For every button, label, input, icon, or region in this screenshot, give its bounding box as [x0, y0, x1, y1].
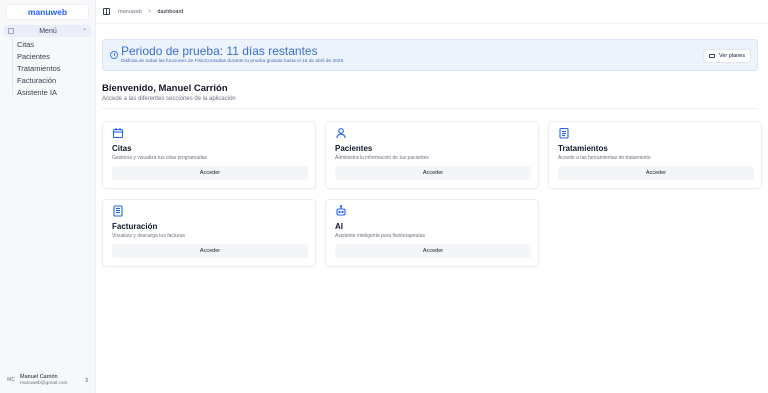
acceder-ai-button[interactable]: Acceder [335, 244, 531, 258]
main-content: manuweb > dashboard Periodo de prueba: 1… [96, 0, 768, 393]
menu-toggle[interactable]: Menú ⌃ [4, 25, 91, 37]
sidebar-item-tratamientos[interactable]: Tratamientos [17, 63, 95, 75]
card-title: Pacientes [335, 144, 373, 153]
acceder-pacientes-button[interactable]: Acceder [335, 166, 531, 180]
card-title: Facturación [112, 222, 158, 231]
user-menu[interactable]: MC Manuel Carrión manuweb@gmail.com ⇕ [0, 371, 95, 389]
card-ai: AI Asistente inteligente para fisioterap… [325, 199, 539, 267]
sidebar-item-pacientes[interactable]: Pacientes [17, 51, 95, 63]
sidebar-item-asistente-ia[interactable]: Asistente IA [17, 87, 95, 99]
divider [102, 108, 758, 109]
breadcrumb-separator: > [147, 8, 152, 15]
sidebar-nav: Citas Pacientes Tratamientos Facturación… [0, 39, 95, 99]
topbar: manuweb > dashboard [96, 0, 768, 24]
card-description: Visualiza y descarga tus facturas [112, 233, 186, 239]
card-title: Citas [112, 144, 132, 153]
breadcrumb-current: dashboard [157, 8, 184, 15]
document-icon [113, 205, 123, 217]
trial-title: Periodo de prueba: 11 días restantes [121, 44, 318, 58]
sidebar: manuweb Menú ⌃ Citas Pacientes Tratamien… [0, 0, 96, 393]
clipboard-icon [559, 127, 569, 139]
acceder-facturacion-button[interactable]: Acceder [112, 244, 308, 258]
card-pacientes: Pacientes Administra la información de t… [325, 121, 539, 189]
card-facturacion: Facturación Visualiza y descarga tus fac… [102, 199, 316, 267]
card-description: Administra la información de tus pacient… [335, 155, 429, 161]
brand-logo[interactable]: manuweb [6, 4, 89, 20]
avatar: MC [7, 377, 15, 383]
card-description: Accede a las herramientas de tratamiento [558, 155, 651, 161]
card-citas: Citas Gestiona y visualiza tus citas pro… [102, 121, 316, 189]
user-name: Manuel Carrión [20, 373, 58, 380]
trial-description: Disfruta de todas las funciones de Fisio… [121, 59, 345, 64]
card-title: Tratamientos [558, 144, 608, 153]
credit-card-icon [709, 54, 715, 58]
card-description: Gestiona y visualiza tus citas programad… [112, 155, 208, 161]
acceder-tratamientos-button[interactable]: Acceder [558, 166, 754, 180]
robot-icon [336, 205, 346, 216]
chevron-up-icon: ⌃ [81, 28, 87, 35]
view-plans-button[interactable]: Ver planes [703, 49, 751, 63]
page-subtitle: Accede a las diferentes secciones de la … [102, 96, 236, 102]
card-title: AI [335, 222, 343, 231]
calendar-icon [112, 128, 124, 139]
sidebar-item-citas[interactable]: Citas [17, 39, 95, 51]
menu-label: Menú [39, 27, 57, 35]
acceder-citas-button[interactable]: Acceder [112, 166, 308, 180]
nav-guide-line [12, 37, 13, 95]
card-tratamientos: Tratamientos Accede a las herramientas d… [548, 121, 762, 189]
sidebar-toggle-icon[interactable] [103, 8, 110, 15]
view-plans-label: Ver planes [719, 53, 745, 59]
chevron-updown-icon: ⇕ [83, 377, 89, 384]
user-icon [336, 128, 346, 139]
breadcrumb-root[interactable]: manuweb [118, 9, 142, 15]
page-title: Bienvenido, Manuel Carrión [102, 83, 228, 94]
user-email: manuweb@gmail.com [20, 380, 68, 386]
trial-banner: Periodo de prueba: 11 días restantes Dis… [102, 39, 758, 71]
card-description: Asistente inteligente para fisioterapeut… [335, 233, 426, 239]
sidebar-item-facturacion[interactable]: Facturación [17, 75, 95, 87]
clock-icon [110, 51, 118, 59]
